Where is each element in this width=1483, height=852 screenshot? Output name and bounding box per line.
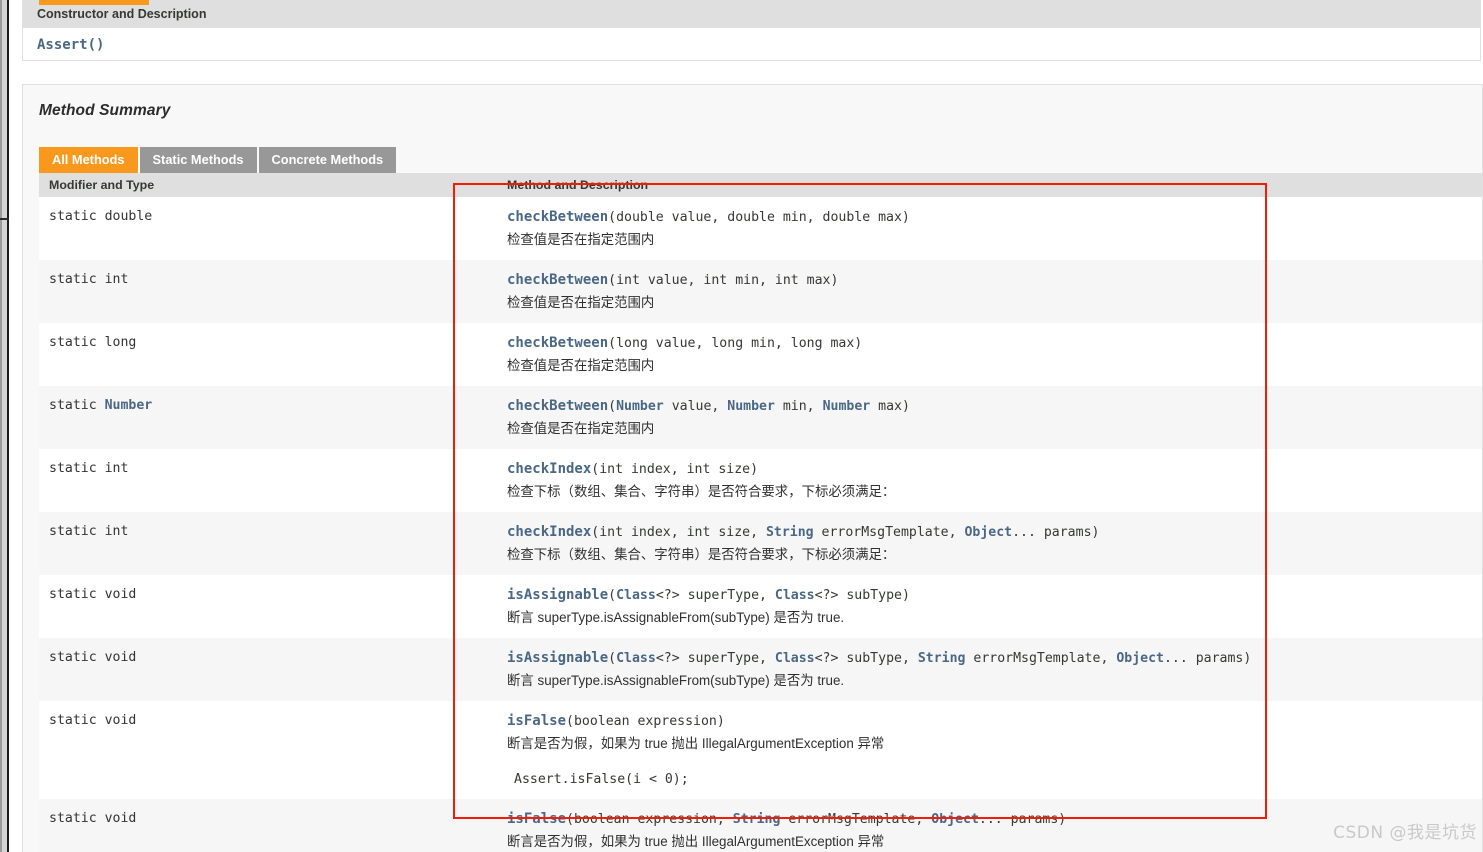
method-link[interactable]: checkBetween [507,209,608,225]
method-code-example: Assert.isFalse(i < 0); [514,772,689,787]
column-header-modifier: Modifier and Type [39,173,497,197]
method-signature: checkBetween(int value, int min, int max… [507,272,839,288]
cell-method-and-description: checkBetween(Number value, Number min, N… [497,386,1482,449]
page-content: Constructor and Description Assert() Met… [22,0,1483,852]
method-summary-table: Modifier and Type Method and Description… [39,173,1482,852]
method-signature: isFalse(boolean expression) [507,713,725,729]
cell-method-and-description: checkIndex(int index, int size) 检查下标（数组、集… [497,449,1482,512]
cell-method-and-description: isAssignable(Class<?> superType, Class<?… [497,575,1482,638]
cell-method-and-description: checkBetween(long value, long min, long … [497,323,1482,386]
method-filter-tabs: All Methods Static Methods Concrete Meth… [39,147,397,173]
method-link[interactable]: isAssignable [507,587,608,603]
table-row: static long checkBetween(long value, long… [39,323,1482,386]
javadoc-page: Constructor and Description Assert() Met… [0,0,1483,852]
table-row: static int checkIndex(int index, int size… [39,512,1482,575]
method-summary-title: Method Summary [39,102,171,119]
cell-method-and-description: checkBetween(double value, double min, d… [497,197,1482,260]
constructor-summary-block: Constructor and Description Assert() [22,0,1481,61]
table-row: static void isAssignable(Class<?> superTy… [39,638,1482,701]
table-row: static Number checkBetween(Number value, … [39,386,1482,449]
method-description: 检查下标（数组、集合、字符串）是否符合要求，下标必须满足： [507,484,896,499]
method-link[interactable]: isFalse [507,811,566,827]
method-link[interactable]: isFalse [507,713,566,729]
method-link[interactable]: isAssignable [507,650,608,666]
cell-modifier-and-type: static int [39,260,497,323]
method-signature: checkIndex(int index, int size, String e… [507,524,1100,540]
cell-method-and-description: checkIndex(int index, int size, String e… [497,512,1482,575]
method-signature: checkBetween(long value, long min, long … [507,335,863,351]
cell-modifier-and-type: static long [39,323,497,386]
table-row: static void isAssignable(Class<?> superTy… [39,575,1482,638]
method-signature: checkBetween(Number value, Number min, N… [507,398,910,414]
method-description: 断言 superType.isAssignableFrom(subType) 是… [507,610,845,625]
csdn-watermark: CSDN @我是坑货 [1333,823,1477,843]
cell-modifier-and-type: static void [39,575,497,638]
method-link[interactable]: checkBetween [507,272,608,288]
scrollbar-track[interactable] [0,0,2,852]
cell-method-and-description: isAssignable(Class<?> superType, Class<?… [497,638,1482,701]
cell-modifier-and-type: static int [39,512,497,575]
method-description: 检查下标（数组、集合、字符串）是否符合要求，下标必须满足： [507,547,896,562]
method-link[interactable]: checkBetween [507,335,608,351]
method-summary-block: Method Summary All Methods Static Method… [22,84,1483,852]
cell-method-and-description: isFalse(boolean expression) 断言是否为假，如果为 tr… [497,701,1482,799]
method-signature: checkIndex(int index, int size) [507,461,759,477]
cell-modifier-and-type: static Number [39,386,497,449]
cell-modifier-and-type: static void [39,701,497,799]
table-row: static int checkIndex(int index, int size… [39,449,1482,512]
cell-modifier-and-type: static void [39,638,497,701]
type-link[interactable]: Number [105,398,153,413]
window-left-edge [0,0,9,852]
table-row: static void isFalse(boolean expression, S… [39,799,1482,852]
method-signature: checkBetween(double value, double min, d… [507,209,910,225]
table-row: static void isFalse(boolean expression) 断言… [39,701,1482,799]
method-link[interactable]: checkIndex [507,461,591,477]
method-description: 检查值是否在指定范围内 [507,358,655,373]
tab-static-methods[interactable]: Static Methods [139,147,257,173]
cell-method-and-description: checkBetween(int value, int min, int max… [497,260,1482,323]
method-table-header-row: Modifier and Type Method and Description [39,173,1482,197]
method-description: 检查值是否在指定范围内 [507,295,655,310]
constructor-row: Assert() [23,29,1480,60]
cell-modifier-and-type: static int [39,449,497,512]
method-description: 断言 superType.isAssignableFrom(subType) 是… [507,673,845,688]
method-description: 检查值是否在指定范围内 [507,421,655,436]
constructor-table-header: Constructor and Description [23,0,1480,29]
method-description: 断言是否为假，如果为 true 抛出 IllegalArgumentExcept… [507,736,885,751]
tab-all-methods[interactable]: All Methods [39,147,138,173]
method-description: 检查值是否在指定范围内 [507,232,655,247]
tab-concrete-methods[interactable]: Concrete Methods [258,147,397,173]
method-link[interactable]: checkIndex [507,524,591,540]
table-row: static int checkBetween(int value, int mi… [39,260,1482,323]
column-header-method: Method and Description [497,173,1482,197]
method-table-body: static double checkBetween(double value, … [39,197,1482,852]
cell-modifier-and-type: static double [39,197,497,260]
method-link[interactable]: checkBetween [507,398,608,414]
table-row: static double checkBetween(double value, … [39,197,1482,260]
constructor-link-assert[interactable]: Assert() [37,37,104,53]
method-signature: isAssignable(Class<?> superType, Class<?… [507,650,1252,666]
constructor-tab-stub [39,0,149,5]
method-signature: isAssignable(Class<?> superType, Class<?… [507,587,910,603]
scrollbar-tick [0,218,9,220]
cell-modifier-and-type: static void [39,799,497,852]
